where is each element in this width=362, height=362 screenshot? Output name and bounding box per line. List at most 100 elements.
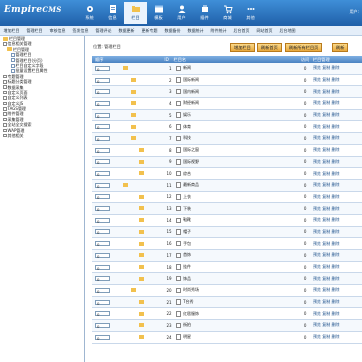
column-name-link[interactable]: 国际新闻 — [183, 77, 199, 83]
folder-icon[interactable] — [122, 66, 128, 71]
column-name-link[interactable]: 国内新闻 — [183, 89, 199, 95]
order-input[interactable]: 0 — [95, 135, 110, 142]
row-actions[interactable]: 预览 复制 删除 — [313, 217, 362, 223]
column-name-link[interactable]: T台秀 — [183, 299, 193, 305]
row-checkbox[interactable] — [175, 159, 182, 165]
row-checkbox[interactable] — [175, 311, 182, 317]
folder-icon[interactable] — [138, 335, 144, 339]
column-name-link[interactable]: 科技 — [183, 135, 191, 141]
subnav-link[interactable]: 数据备份 — [161, 28, 184, 34]
folder-icon[interactable] — [138, 323, 144, 328]
row-actions[interactable]: 预览 复制 删除 — [313, 276, 362, 282]
order-input[interactable]: 0 — [95, 89, 110, 95]
folder-icon[interactable] — [138, 148, 144, 152]
row-actions[interactable]: 预览 复制 删除 — [313, 100, 362, 106]
row-checkbox[interactable] — [175, 77, 182, 83]
row-actions[interactable]: 预览 复制 删除 — [313, 182, 362, 188]
order-input[interactable]: 0 — [95, 217, 110, 224]
column-name-link[interactable]: 手包 — [183, 241, 191, 247]
order-input[interactable]: 0 — [95, 322, 110, 329]
column-name-link[interactable]: 街拍 — [183, 322, 191, 328]
order-input[interactable]: 0 — [95, 299, 110, 306]
folder-icon[interactable] — [138, 194, 144, 199]
order-input[interactable]: 0 — [95, 229, 110, 235]
row-actions[interactable]: 预览 复制 删除 — [313, 311, 362, 317]
nav-item[interactable]: 插件 — [193, 2, 216, 24]
app-logo[interactable]: EmpireCMS — [4, 5, 62, 15]
subnav-link[interactable]: 审核信息 — [46, 28, 69, 34]
folder-icon[interactable] — [138, 218, 144, 223]
column-name-link[interactable]: 首饰 — [183, 252, 191, 258]
folder-icon[interactable] — [130, 124, 136, 129]
folder-icon[interactable] — [138, 229, 144, 234]
row-checkbox[interactable] — [175, 240, 182, 247]
nav-item[interactable]: 商城 — [216, 2, 239, 24]
row-actions[interactable]: 预览 复制 删除 — [313, 112, 362, 118]
column-name-link[interactable]: 体育 — [183, 124, 191, 130]
row-checkbox[interactable] — [175, 194, 182, 200]
order-input[interactable]: 0 — [95, 311, 110, 317]
subnav-link[interactable]: 网站首页 — [253, 28, 276, 34]
folder-icon[interactable] — [138, 276, 144, 281]
column-name-link[interactable]: 挂件 — [183, 264, 191, 270]
row-checkbox[interactable] — [175, 147, 182, 153]
order-input[interactable]: 0 — [95, 264, 110, 271]
order-input[interactable]: 0 — [95, 241, 110, 247]
subnav-link[interactable]: 数据更新 — [115, 28, 138, 34]
row-actions[interactable]: 预览 复制 删除 — [313, 171, 362, 177]
order-input[interactable]: 0 — [95, 182, 110, 189]
subnav-link[interactable]: 数据统计 — [184, 28, 207, 34]
subnav-link[interactable]: 管理评论 — [92, 28, 115, 34]
folder-icon[interactable] — [138, 299, 144, 304]
order-input[interactable]: 0 — [95, 252, 110, 259]
row-checkbox[interactable] — [175, 287, 182, 294]
nav-item[interactable]: 信息 — [101, 2, 124, 24]
subnav-link[interactable]: 更新专题 — [138, 28, 161, 34]
row-actions[interactable]: 预览 复制 删除 — [313, 159, 362, 165]
column-name-link[interactable]: 上衣 — [183, 194, 191, 200]
order-input[interactable]: 0 — [95, 159, 110, 165]
subnav-link[interactable]: 附件统计 — [207, 28, 230, 34]
row-checkbox[interactable] — [175, 334, 182, 340]
row-actions[interactable]: 预览 复制 删除 — [313, 334, 362, 340]
subnav-link[interactable]: 后台地图 — [276, 28, 299, 34]
row-actions[interactable]: 预览 复制 删除 — [313, 299, 362, 305]
column-name-link[interactable]: 红毯服饰 — [183, 311, 199, 317]
order-input[interactable]: 0 — [95, 276, 110, 282]
row-checkbox[interactable] — [175, 88, 182, 95]
folder-icon[interactable] — [130, 136, 136, 141]
folder-icon[interactable] — [122, 183, 128, 188]
row-checkbox[interactable] — [175, 135, 182, 142]
column-name-link[interactable]: 帽子 — [183, 229, 191, 235]
column-name-link[interactable]: 综合 — [183, 171, 191, 177]
folder-icon[interactable] — [138, 159, 144, 164]
order-input[interactable]: 0 — [95, 287, 110, 294]
refresh-button[interactable]: 刷新 — [332, 43, 349, 52]
folder-icon[interactable] — [138, 206, 144, 211]
row-actions[interactable]: 预览 复制 删除 — [313, 147, 362, 153]
column-name-link[interactable]: 新闻 — [183, 65, 191, 71]
row-checkbox[interactable] — [175, 229, 182, 235]
row-actions[interactable]: 预览 复制 删除 — [313, 229, 362, 235]
row-actions[interactable]: 预览 复制 删除 — [313, 135, 362, 141]
column-name-link[interactable]: 国际视野 — [183, 159, 199, 165]
order-input[interactable]: 0 — [95, 147, 110, 154]
row-actions[interactable]: 预览 复制 删除 — [313, 194, 362, 200]
row-actions[interactable]: 预览 复制 删除 — [313, 264, 362, 270]
folder-icon[interactable] — [138, 171, 144, 176]
row-checkbox[interactable] — [175, 182, 182, 188]
row-checkbox[interactable] — [175, 65, 182, 72]
column-name-link[interactable]: 最新商品 — [183, 182, 199, 188]
col-header-id[interactable]: ID — [160, 56, 174, 63]
folder-icon[interactable] — [130, 101, 136, 106]
col-header-order[interactable]: 顺序 — [92, 56, 117, 63]
nav-item[interactable]: 模板 — [147, 2, 170, 24]
column-name-link[interactable]: 财经新闻 — [183, 100, 199, 106]
order-input[interactable]: 0 — [95, 334, 110, 341]
refresh-home-button[interactable]: 刷新首页 — [257, 43, 282, 52]
nav-item[interactable]: 栏目 — [124, 2, 147, 24]
folder-icon[interactable] — [138, 264, 144, 269]
folder-icon[interactable] — [130, 112, 136, 117]
order-input[interactable]: 0 — [95, 65, 110, 72]
row-actions[interactable]: 预览 复制 删除 — [313, 89, 362, 95]
